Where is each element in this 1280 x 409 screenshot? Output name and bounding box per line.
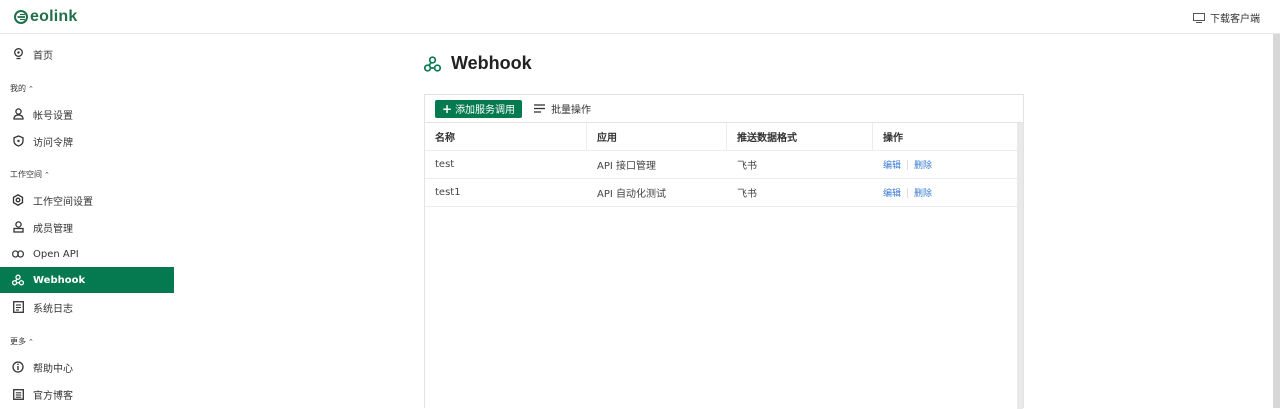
download-client-label: 下载客户端 [1210,14,1260,25]
sidebar-item-system-log[interactable]: 系统日志 [0,294,174,320]
plus-icon: + [442,101,453,116]
cell-app: API 自动化测试 [597,189,666,200]
page-header: Webhook [424,53,532,74]
lightbulb-icon [12,48,24,60]
cell-format: 飞书 [737,161,757,172]
group-label: 工作空间 [10,170,42,179]
eolink-logo[interactable]: eolink [14,8,77,26]
doc-icon [12,388,24,400]
user-icon [12,108,24,120]
group-toggle-mine[interactable]: 我的 ⌃ [10,83,34,94]
table-row[interactable]: test API 接口管理 飞书 编辑 删除 [425,151,1017,179]
action-divider [907,187,909,198]
table-header-row: 名称 应用 推送数据格式 操作 [425,123,1017,151]
chevron-up-icon: ⌃ [28,84,34,93]
group-toggle-workspace[interactable]: 工作空间 ⌃ [10,169,50,180]
edit-link[interactable]: 编辑 [883,158,901,171]
sidebar-item-label: Webhook [33,274,86,286]
sidebar-item-open-api[interactable]: Open API [0,241,174,267]
column-header-name[interactable]: 名称 [425,123,587,150]
cell-actions: 编辑 删除 [873,151,1017,178]
sidebar-item-member-management[interactable]: 成员管理 [0,214,174,240]
top-bar: eolink 下载客户端 [0,0,1280,34]
member-icon [12,221,24,233]
sidebar-item-help-center[interactable]: 帮助中心 [0,354,174,380]
page-scrollbar-thumb[interactable] [1273,34,1280,408]
shield-icon [12,135,24,147]
panel-toolbar: + 添加服务调用 批量操作 [425,95,1023,123]
webhook-icon [12,274,24,286]
delete-link[interactable]: 删除 [914,186,932,199]
action-divider [907,159,909,170]
cell-format: 飞书 [737,189,757,200]
column-header-app[interactable]: 应用 [587,123,727,150]
sidebar-item-workspace-settings[interactable]: 工作空间设置 [0,187,174,213]
chevron-up-icon: ⌃ [28,337,34,346]
logo-text: eolink [30,8,78,25]
sidebar-item-access-token[interactable]: 访问令牌 [0,128,174,154]
sidebar-item-label: 访问令牌 [33,137,73,149]
eolink-logo-icon [14,10,28,24]
log-icon [12,301,24,313]
table-row[interactable]: test1 API 自动化测试 飞书 编辑 删除 [425,179,1017,207]
sidebar-item-home[interactable]: 首页 [0,41,174,67]
sidebar-item-label: 帐号设置 [33,110,73,122]
sidebar-item-account-settings[interactable]: 帐号设置 [0,101,174,127]
batch-operation-label: 批量操作 [551,105,592,116]
sidebar-item-official-blog[interactable]: 官方博客 [0,381,174,407]
column-header-actions: 操作 [883,133,903,144]
webhook-icon [424,55,441,72]
group-toggle-more[interactable]: 更多 ⌃ [10,336,34,347]
download-client-button[interactable]: 下载客户端 [1193,10,1260,25]
info-icon [12,361,24,373]
add-service-call-label: 添加服务调用 [455,105,516,116]
sidebar-item-label: 工作空间设置 [33,196,93,208]
link-icon [12,248,24,260]
gear-icon [12,194,24,206]
edit-link[interactable]: 编辑 [883,186,901,199]
webhook-panel: + 添加服务调用 批量操作 名称 应用 推送数据格式 操作 test API 接… [424,94,1024,409]
sidebar-item-label: 首页 [33,50,53,62]
page-scrollbar[interactable] [1273,34,1280,408]
delete-link[interactable]: 删除 [914,158,932,171]
sidebar-item-webhook[interactable]: Webhook [0,267,174,293]
sidebar: 首页 我的 ⌃ 帐号设置 访问令牌 工作空间 ⌃ 工作空间设置 成员管理 Ope… [0,34,174,408]
sidebar-item-label: 官方博客 [33,390,73,402]
chevron-up-icon: ⌃ [44,170,50,179]
column-header-format[interactable]: 推送数据格式 [727,123,873,150]
sidebar-item-label: 成员管理 [33,223,73,235]
group-label: 更多 [10,337,26,346]
cell-name: test1 [435,187,461,198]
webhook-table: 名称 应用 推送数据格式 操作 test API 接口管理 飞书 编辑 删除 t… [425,123,1017,207]
sidebar-item-label: 帮助中心 [33,363,73,375]
cell-actions: 编辑 删除 [873,179,1017,206]
page-title: Webhook [451,53,532,73]
sidebar-item-label: Open API [33,248,79,260]
sidebar-item-label: 系统日志 [33,303,73,315]
cell-app: API 接口管理 [597,161,656,172]
cell-name: test [435,159,455,170]
group-label: 我的 [10,84,26,93]
list-icon [534,104,546,113]
add-service-call-button[interactable]: + 添加服务调用 [435,99,523,118]
batch-operation-button[interactable]: 批量操作 [534,101,591,116]
monitor-icon [1193,12,1205,23]
table-scrollbar[interactable] [1017,123,1023,409]
